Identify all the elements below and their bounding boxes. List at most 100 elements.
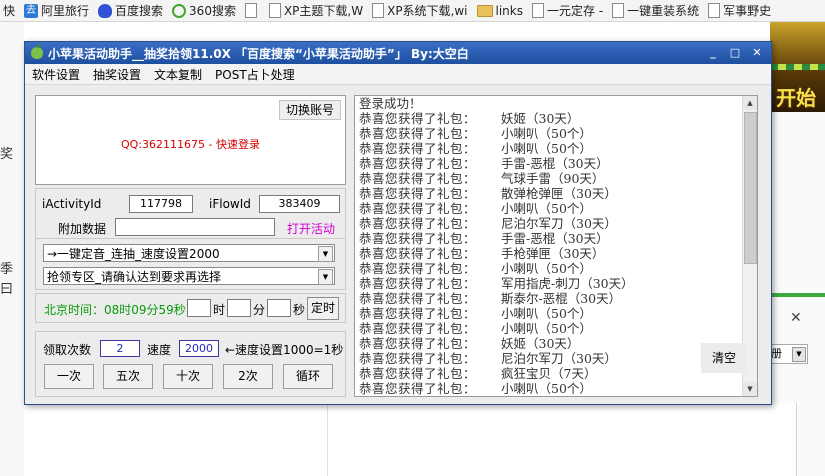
second-unit: 秒 [293, 303, 306, 317]
mode-select[interactable]: →一键定音_连抽_速度设置2000 ▼ [43, 244, 335, 262]
hour-input[interactable] [187, 299, 211, 317]
timer-start-button[interactable]: 定时 [307, 297, 339, 320]
log-line: 恭喜您获得了礼包： 疯狂宝贝（7天） [359, 366, 741, 381]
menu-post-handling[interactable]: POST占卜处理 [208, 66, 301, 83]
log-line-prefix: 恭喜您获得了礼包： [359, 261, 477, 276]
flow-id-input[interactable]: 383409 [259, 195, 340, 213]
log-line-prefix: 恭喜您获得了礼包： [359, 246, 477, 261]
background-page-left: 奖 季 曰 [0, 22, 24, 476]
loop-button[interactable]: 循环 [283, 364, 333, 389]
window-title: 小苹果活动助手__抽奖拾领11.0X 「百度搜索“小苹果活动助手”」 By:大空… [48, 46, 469, 61]
bookmark-label: links [495, 3, 523, 18]
bookmark-item[interactable]: 军事野史 [705, 0, 777, 21]
page-icon [708, 3, 721, 18]
speed-input[interactable]: 2000 [179, 340, 219, 357]
bookmark-label: 一元定存 - [547, 4, 604, 18]
bookmark-label: XP系统下载,wi [387, 4, 468, 18]
background-game-banner[interactable]: 开始 [770, 22, 825, 112]
background-panel [327, 403, 798, 476]
claim-count-input[interactable]: 2 [100, 340, 140, 357]
log-line: 恭喜您获得了礼包： 小喇叭（50个） [359, 261, 741, 276]
log-line-gift: 散弹枪弹匣（30天） [501, 186, 617, 201]
log-line-gift: 手雷-恶棍（30天） [501, 231, 609, 246]
clear-log-button[interactable]: 清空 [701, 343, 747, 373]
background-close-icon[interactable]: ✕ [790, 310, 802, 326]
log-line-prefix: 恭喜您获得了礼包： [359, 216, 477, 231]
baidu-paw-icon [98, 3, 113, 18]
minute-input[interactable] [227, 299, 251, 317]
bookmark-item[interactable]: 一键重装系统 [609, 0, 705, 21]
window-controls: _ □ ✕ [703, 45, 767, 61]
log-line: 恭喜您获得了礼包： 斯泰尔-恶棍（30天） [359, 291, 741, 306]
zone-select-value: 抢领专区_请确认达到要求再选择 [47, 270, 222, 284]
bookmark-item[interactable]: XP主题下载,W [266, 0, 369, 21]
scroll-thumb[interactable] [744, 112, 757, 264]
background-divider [770, 293, 825, 297]
log-line-prefix: 恭喜您获得了礼包： [359, 171, 477, 186]
apple-icon [31, 44, 43, 59]
menu-bar: 软件设置 抽奖设置 文本复制 POST占卜处理 [25, 64, 771, 85]
two-times-button[interactable]: 2次 [223, 364, 273, 389]
chevron-down-icon: ▼ [792, 347, 806, 362]
bookmark-item[interactable]: 快 [0, 0, 21, 21]
bookmark-item[interactable]: 去阿里旅行 [21, 0, 95, 21]
title-bar[interactable]: 小苹果活动助手__抽奖拾领11.0X 「百度搜索“小苹果活动助手”」 By:大空… [25, 42, 771, 64]
scroll-up-icon[interactable]: ▲ [743, 96, 757, 110]
banner-decoration [770, 64, 825, 70]
extra-data-input[interactable] [115, 218, 275, 236]
log-line-prefix: 恭喜您获得了礼包： [359, 231, 477, 246]
close-button[interactable]: ✕ [747, 45, 767, 61]
minimize-button[interactable]: _ [703, 45, 723, 61]
log-line-gift: 小喇叭（50个） [501, 306, 592, 321]
log-line-gift: 小喇叭（50个） [501, 261, 592, 276]
result-log[interactable]: 登录成功！ 恭喜您获得了礼包： 妖姬（30天） 恭喜您获得了礼包： 小喇叭（50个）恭… [354, 95, 758, 397]
log-line: 恭喜您获得了礼包： 小喇叭（50个） [359, 141, 741, 156]
open-activity-link[interactable]: 打开活动 [287, 220, 335, 237]
zone-select[interactable]: 抢领专区_请确认达到要求再选择 ▼ [43, 267, 335, 285]
log-line: 恭喜您获得了礼包： 小喇叭（50个） [359, 126, 741, 141]
menu-software-settings[interactable]: 软件设置 [25, 66, 86, 83]
maximize-button[interactable]: □ [725, 45, 745, 61]
five-times-button[interactable]: 五次 [103, 364, 153, 389]
log-line-gift: 军用指虎-刺刀（30天） [501, 276, 634, 291]
log-line: 登录成功！ [359, 96, 422, 111]
bookmark-label: XP主题下载,W [283, 4, 364, 18]
log-line: 恭喜您获得了礼包： 小喇叭（50个） [359, 306, 741, 321]
log-line-prefix: 恭喜您获得了礼包： [359, 141, 477, 156]
log-line-prefix: 恭喜您获得了礼包： [359, 321, 477, 336]
log-line: 恭喜您获得了礼包： 尼泊尔军刀（30天） [359, 216, 741, 231]
log-line-prefix: 恭喜您获得了礼包： [359, 111, 477, 126]
bookmark-item[interactable]: XP系统下载,wi [369, 0, 473, 21]
menu-lottery-settings[interactable]: 抽奖设置 [86, 66, 147, 83]
log-line-gift: 尼泊尔军刀（30天） [501, 216, 617, 231]
bookmark-item[interactable] [242, 0, 266, 21]
ten-times-button[interactable]: 十次 [163, 364, 213, 389]
scroll-down-icon[interactable]: ▼ [743, 382, 757, 396]
log-line-gift: 斯泰尔-恶棍（30天） [501, 291, 622, 306]
log-line-gift: 小喇叭（50个） [501, 321, 592, 336]
app-window: 小苹果活动助手__抽奖拾领11.0X 「百度搜索“小苹果活动助手”」 By:大空… [24, 41, 772, 405]
menu-text-copy[interactable]: 文本复制 [147, 66, 208, 83]
timer-panel: 北京时间：08时09分59秒 时 分 秒 定时 [35, 293, 346, 323]
second-input[interactable] [267, 299, 291, 317]
log-line-prefix: 恭喜您获得了礼包： [359, 126, 477, 141]
activity-id-input[interactable]: 117798 [129, 195, 193, 213]
chevron-down-icon: ▼ [318, 246, 333, 262]
log-line: 恭喜您获得了礼包： 散弹枪弹匣（30天） [359, 186, 741, 201]
log-line: 恭喜您获得了礼包： 妖姬（30天） [359, 111, 741, 126]
qq-quick-login-link[interactable]: QQ:362111675 - 快速登录 [36, 136, 345, 152]
bookmark-label: 快 [3, 4, 16, 18]
bookmark-item[interactable]: links [474, 0, 529, 21]
bookmark-label: 一键重装系统 [627, 4, 700, 18]
log-line-prefix: 恭喜您获得了礼包： [359, 186, 477, 201]
background-select[interactable]: 册 ▼ [770, 344, 808, 364]
log-line: 恭喜您获得了礼包： 尼泊尔军刀（30天） [359, 351, 741, 366]
bookmark-item[interactable]: 一元定存 - [529, 0, 609, 21]
bookmark-label: 军事野史 [723, 4, 772, 18]
bookmark-item[interactable]: 360搜索 [169, 0, 242, 21]
switch-account-button[interactable]: 切换账号 [279, 100, 341, 120]
mode-select-value: →一键定音_连抽_速度设置2000 [47, 247, 220, 261]
bookmark-item[interactable]: 百度搜索 [95, 0, 169, 21]
background-text: 奖 [0, 147, 14, 162]
once-button[interactable]: 一次 [44, 364, 94, 389]
